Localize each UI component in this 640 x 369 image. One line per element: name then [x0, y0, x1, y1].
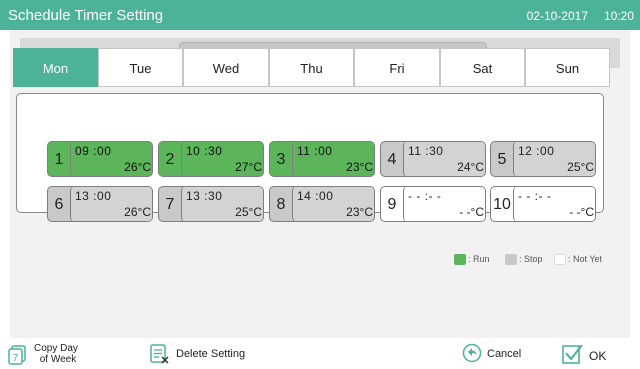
slot-number: 5 — [497, 151, 507, 168]
slot-number: 4 — [387, 151, 397, 168]
schedule-slot-1[interactable]: 1 09 :00 26°C — [47, 141, 153, 177]
legend-run-swatch — [454, 254, 466, 265]
schedule-slot-6[interactable]: 6 13 :00 26°C — [47, 186, 153, 222]
delete-setting-button[interactable]: Delete Setting — [150, 344, 260, 366]
slot-temp: 25 — [235, 205, 249, 219]
slot-number: 10 — [493, 196, 511, 213]
slot-time: 11 :00 — [297, 144, 333, 158]
slot-time: 13 :00 — [75, 189, 112, 203]
slot-number: 9 — [387, 196, 397, 213]
tab-fri[interactable]: Fri — [354, 48, 440, 87]
schedule-slot-3[interactable]: 3 11 :00 23°C — [269, 141, 375, 177]
slot-temp-unit: °C — [359, 160, 373, 174]
day-tabs: Mon Tue Wed Thu Fri Sat Sun — [13, 48, 610, 87]
slot-temp: 26 — [124, 205, 138, 219]
slot-temp-unit: °C — [470, 160, 484, 174]
legend-stop-swatch — [505, 254, 517, 265]
slot-number: 3 — [276, 151, 286, 168]
slot-temp-unit: °C — [470, 205, 484, 219]
schedule-slot-7[interactable]: 7 13 :30 25°C — [158, 186, 264, 222]
tab-mon[interactable]: Mon — [13, 48, 98, 87]
slot-number: 8 — [276, 196, 286, 213]
slot-number: 7 — [165, 196, 175, 213]
tab-sun[interactable]: Sun — [525, 48, 610, 87]
delete-list-icon — [150, 344, 169, 364]
slot-temp-unit: °C — [248, 205, 262, 219]
copy-day-label-line2: of Week — [39, 354, 77, 365]
copy-day-icon: 7 — [8, 345, 26, 365]
schedule-slot-2[interactable]: 2 10 :30 27°C — [158, 141, 264, 177]
ok-button[interactable]: OK — [562, 343, 622, 367]
date-display: 02-10-2017 — [526, 9, 588, 23]
legend-run-label: : Run — [468, 254, 490, 264]
slot-temp: - - — [569, 205, 581, 219]
legend-notyet-label: : Not Yet — [568, 254, 603, 264]
copy-day-button[interactable]: 7 Copy Day of Week — [8, 343, 98, 367]
slot-temp: - - — [459, 205, 471, 219]
slot-temp: 23 — [346, 205, 360, 219]
slot-number: 6 — [54, 196, 64, 213]
slot-temp-unit: °C — [580, 205, 594, 219]
ok-label: OK — [589, 349, 607, 363]
legend-notyet-swatch — [554, 254, 566, 265]
cancel-label: Cancel — [487, 348, 522, 360]
slot-temp-unit: °C — [359, 205, 373, 219]
slot-time: 10 :30 — [186, 144, 223, 158]
schedule-slot-4[interactable]: 4 11 :30 24°C — [380, 141, 486, 177]
slot-temp-unit: °C — [248, 160, 262, 174]
slot-temp: 24 — [457, 160, 471, 174]
slot-time: 14 :00 — [297, 189, 334, 203]
slot-temp-unit: °C — [137, 205, 151, 219]
tab-wed[interactable]: Wed — [183, 48, 269, 87]
copy-day-label-line1: Copy Day — [34, 343, 78, 354]
title-bar: Schedule Timer Setting 02-10-2017 10:20 — [0, 0, 640, 30]
legend-stop-label: : Stop — [519, 254, 543, 264]
slot-number: 2 — [165, 151, 175, 168]
undo-icon — [462, 343, 482, 363]
slot-temp-unit: °C — [137, 160, 151, 174]
delete-setting-label: Delete Setting — [176, 348, 246, 360]
tab-thu[interactable]: Thu — [269, 48, 354, 87]
schedule-slot-8[interactable]: 8 14 :00 23°C — [269, 186, 375, 222]
schedule-slot-5[interactable]: 5 12 :00 25°C — [490, 141, 596, 177]
schedule-slot-9[interactable]: 9 - - :- - - -°C — [380, 186, 486, 222]
slot-temp-unit: °C — [580, 160, 594, 174]
cancel-button[interactable]: Cancel — [462, 343, 532, 365]
slot-time: 13 :30 — [186, 189, 223, 203]
tab-sat[interactable]: Sat — [440, 48, 525, 87]
slot-temp: 26 — [124, 160, 138, 174]
svg-text:7: 7 — [13, 353, 19, 364]
slot-time: 12 :00 — [518, 144, 555, 158]
check-icon — [562, 344, 583, 364]
footer-bar: 7 Copy Day of Week Delete Setting Cancel — [0, 338, 640, 369]
slot-time: 11 :30 — [408, 144, 444, 158]
slot-temp: 23 — [346, 160, 360, 174]
schedule-slot-10[interactable]: 10 - - :- - - -°C — [490, 186, 596, 222]
slot-temp: 27 — [235, 160, 249, 174]
slot-time: 09 :00 — [75, 144, 112, 158]
slot-temp: 25 — [567, 160, 581, 174]
slot-time: - - :- - — [408, 189, 442, 203]
tab-tue[interactable]: Tue — [98, 48, 183, 87]
slot-number: 1 — [54, 151, 64, 168]
time-display: 10:20 — [603, 9, 634, 23]
slot-time: - - :- - — [518, 189, 552, 203]
page-title: Schedule Timer Setting — [8, 7, 164, 24]
